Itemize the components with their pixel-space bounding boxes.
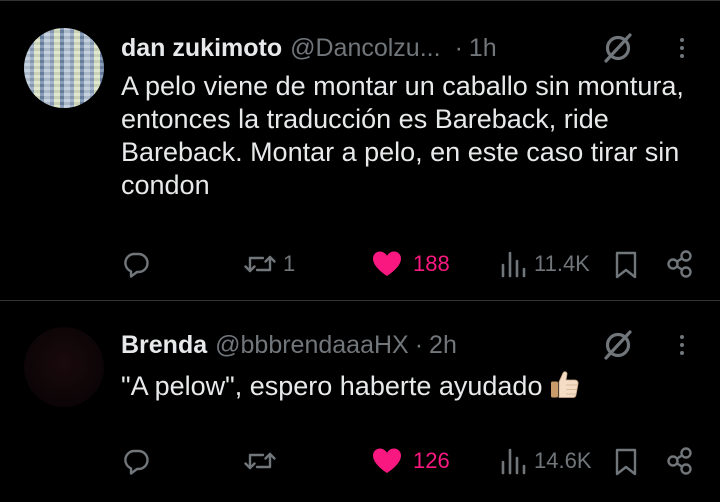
like-button[interactable]: 188 xyxy=(371,247,450,281)
retweet-button[interactable] xyxy=(243,444,285,478)
tweet-text-content: "A pelow", espero haberte ayudado xyxy=(121,371,543,401)
reply-button[interactable] xyxy=(121,247,159,281)
bookmark-icon[interactable] xyxy=(613,448,639,476)
display-name[interactable]: Brenda xyxy=(121,331,207,360)
tweet-2[interactable]: Brenda @bbbrendaaaHX · 2h "A pelow", esp… xyxy=(0,301,720,502)
share-icon[interactable] xyxy=(666,446,694,476)
bookmark-icon[interactable] xyxy=(613,251,639,279)
tweet-text: A pelo viene de montar un caballo sin mo… xyxy=(121,71,684,200)
like-count: 188 xyxy=(413,251,450,276)
display-name[interactable]: dan zukimoto xyxy=(121,34,282,63)
retweet-icon xyxy=(244,452,276,470)
view-count: 11.4K xyxy=(534,251,590,276)
thumbs-up-emoji-icon xyxy=(551,371,579,398)
view-count: 14.6K xyxy=(534,448,592,473)
grok-icon[interactable] xyxy=(601,328,635,362)
retweet-button[interactable]: 1 xyxy=(243,247,295,281)
avatar[interactable] xyxy=(24,327,104,407)
separator-dot: · xyxy=(454,33,463,62)
retweet-count: 1 xyxy=(283,251,296,276)
more-options-icon[interactable] xyxy=(672,31,692,65)
user-handle[interactable]: @Dancolzu... xyxy=(290,34,440,63)
reply-button[interactable] xyxy=(121,444,159,478)
tweet-header: Brenda @bbbrendaaaHX · 2h xyxy=(121,329,457,361)
views-button[interactable]: 11.4K xyxy=(498,247,590,281)
views-button[interactable]: 14.6K xyxy=(498,444,592,478)
tweet-text: "A pelow", espero haberte ayudado xyxy=(121,369,701,403)
timestamp[interactable]: 2h xyxy=(429,331,457,360)
avatar[interactable] xyxy=(24,28,104,108)
share-icon[interactable] xyxy=(666,249,694,279)
like-button[interactable]: 126 xyxy=(371,444,450,478)
reply-icon xyxy=(124,252,149,278)
like-count: 126 xyxy=(413,448,450,473)
heart-icon xyxy=(373,448,401,473)
tweet-1[interactable]: dan zukimoto @Dancolzu... · 1h A pelo vi… xyxy=(0,0,720,300)
views-icon xyxy=(501,448,526,475)
timestamp[interactable]: 1h xyxy=(469,34,497,63)
user-handle[interactable]: @bbbrendaaaHX xyxy=(215,331,409,360)
reply-icon xyxy=(124,449,149,475)
tweet-header: dan zukimoto @Dancolzu... · 1h xyxy=(121,32,497,64)
more-options-icon[interactable] xyxy=(672,328,692,362)
retweet-icon xyxy=(244,255,276,273)
grok-icon[interactable] xyxy=(601,31,635,65)
heart-icon xyxy=(373,251,401,276)
views-icon xyxy=(501,251,526,278)
separator-dot: · xyxy=(414,330,424,359)
